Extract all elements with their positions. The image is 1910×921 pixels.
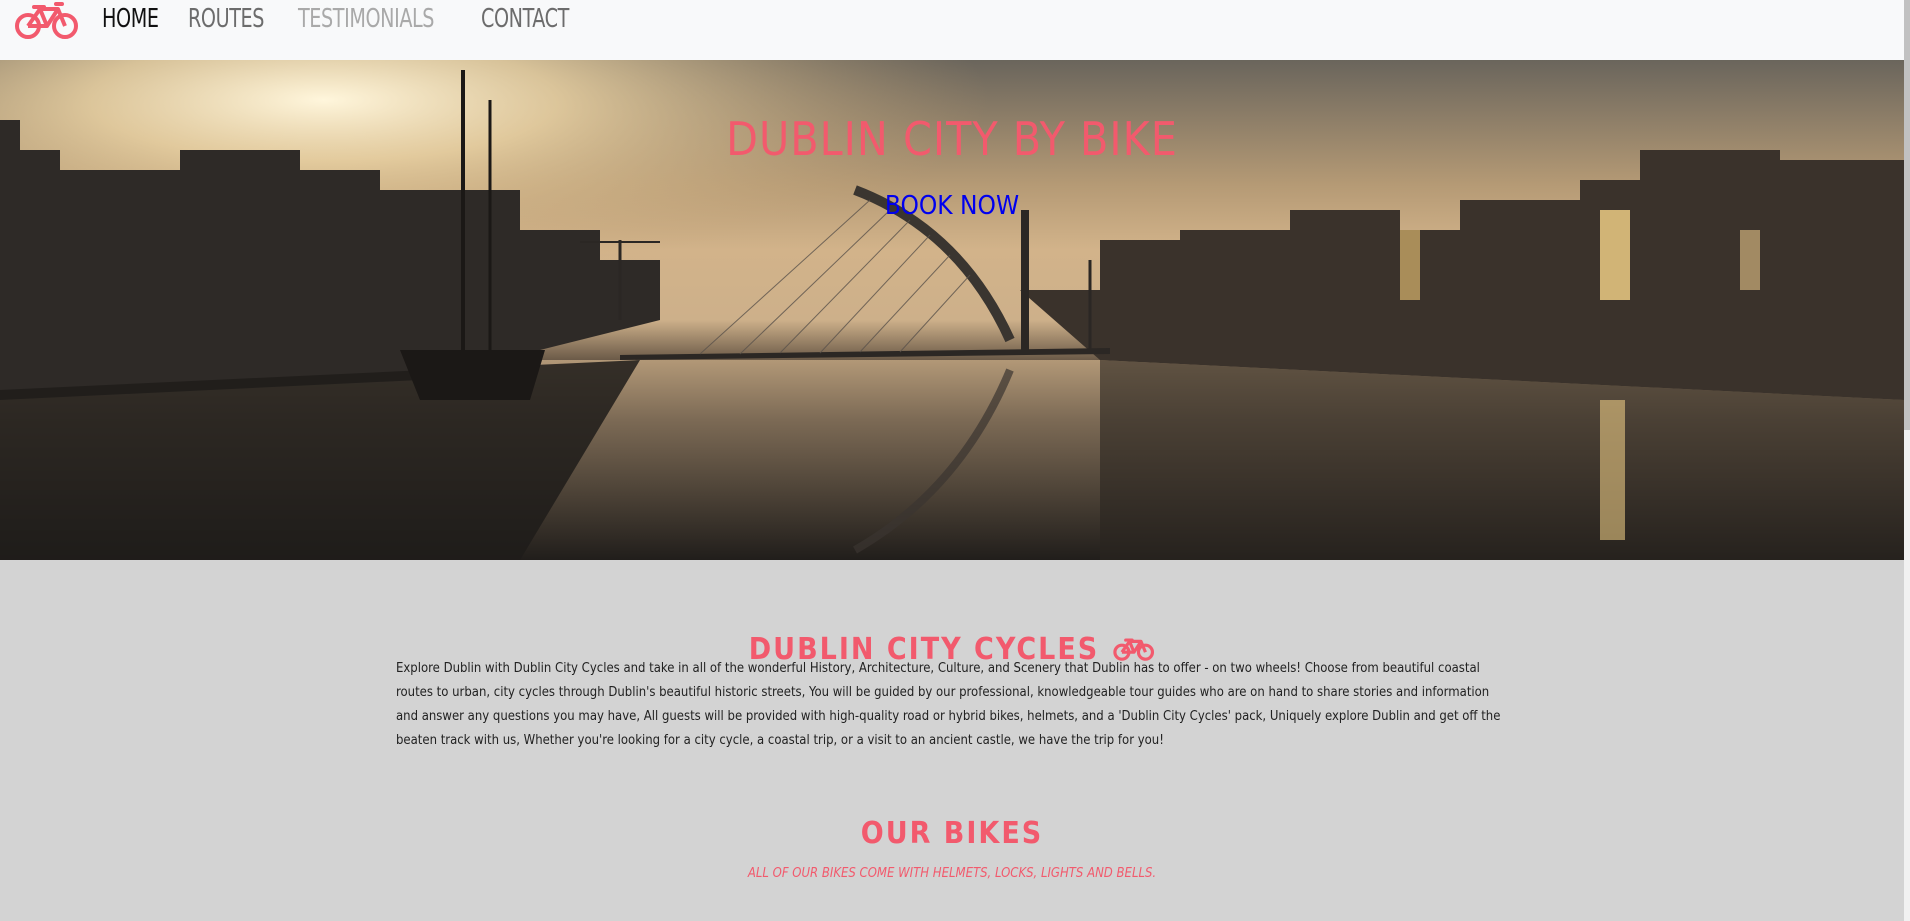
nav-link-routes[interactable]: ROUTES <box>188 4 264 34</box>
nav-link-home[interactable]: HOME <box>102 4 159 34</box>
hero-banner: DUBLIN CITY BY BIKE BOOK NOW <box>0 60 1904 560</box>
bikes-heading: OUR BIKES <box>860 816 1044 851</box>
nav-link-contact[interactable]: CONTACT <box>481 4 569 34</box>
hero-title: DUBLIN CITY BY BIKE <box>726 112 1178 166</box>
nav-link-testimonials[interactable]: TESTIMONIALS <box>298 4 434 34</box>
book-now-link[interactable]: BOOK NOW <box>0 191 1904 221</box>
nav-links: HOME ROUTES TESTIMONIALS CONTACT <box>102 4 588 34</box>
bikes-subheading: ALL OF OUR BIKES COME WITH HELMETS, LOCK… <box>747 866 1157 881</box>
brand-logo[interactable] <box>14 1 80 41</box>
page-scrollbar[interactable] <box>1904 0 1910 921</box>
scrollbar-thumb[interactable] <box>1904 0 1910 430</box>
about-paragraph: Explore Dublin with Dublin City Cycles a… <box>396 661 1501 748</box>
bicycle-icon <box>15 2 78 39</box>
top-navbar: HOME ROUTES TESTIMONIALS CONTACT <box>0 0 1904 60</box>
